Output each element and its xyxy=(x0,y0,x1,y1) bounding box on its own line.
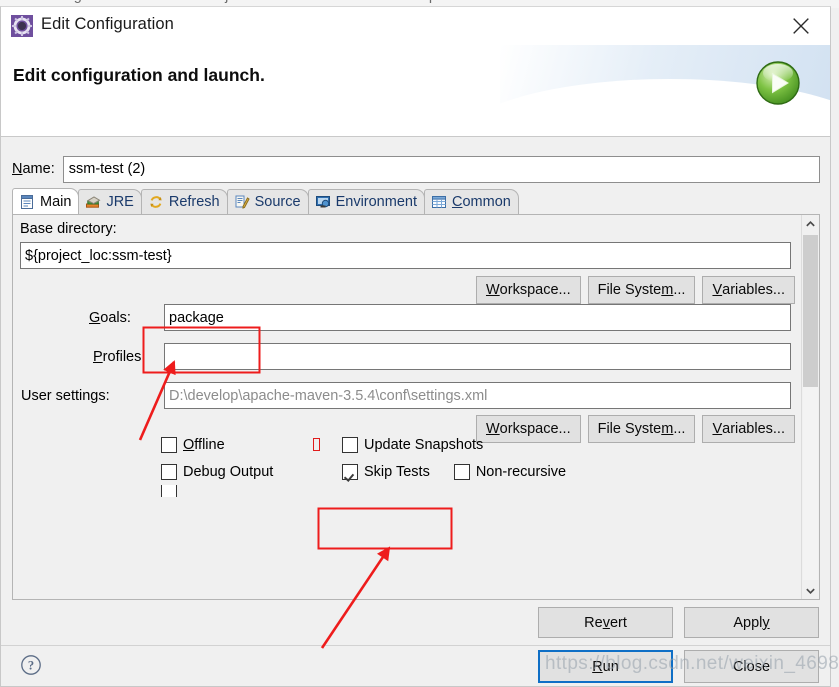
close-icon[interactable] xyxy=(778,9,824,43)
checkbox-non-recursive-box[interactable] xyxy=(453,463,470,480)
edit-configuration-dialog: Edit Configuration Edit configuration an… xyxy=(0,6,831,687)
tab-source-label: Source xyxy=(254,194,301,210)
tab-refresh[interactable]: Refresh xyxy=(140,189,228,214)
tab-folder: Main JRE Refresh Source Environment Comm… xyxy=(12,188,820,600)
bg-menu-item: Search xyxy=(129,0,176,4)
vertical-scrollbar[interactable] xyxy=(801,215,819,599)
dialog-title: Edit Configuration xyxy=(41,15,174,33)
checkbox-offline-label: Offline xyxy=(183,436,225,453)
base-directory-label: Base directory: xyxy=(20,221,117,237)
dialog-titlebar: Edit Configuration xyxy=(1,7,830,45)
page-title: Edit configuration and launch. xyxy=(13,65,265,85)
bg-menu-item: Project xyxy=(202,0,249,4)
tab-source[interactable]: Source xyxy=(226,189,309,214)
source-pencil-icon xyxy=(234,194,250,210)
bg-menu-item: Navigate xyxy=(44,0,103,4)
bg-menu-item: Run xyxy=(275,0,302,4)
dialog-body: Name: Main xyxy=(1,137,830,686)
scrollbar-track[interactable] xyxy=(803,387,818,580)
user-settings-input[interactable] xyxy=(164,382,791,409)
browse-buttons-top: Workspace... File Syste m... Variables... xyxy=(475,276,795,304)
file-system-button-bottom[interactable]: File Syste m... xyxy=(587,415,696,443)
checkbox-skip-tests[interactable]: Skip Tests xyxy=(342,463,430,480)
checkbox-row-1: Offline Update Snapshots xyxy=(161,431,566,458)
checkbox-update-snapshots[interactable]: Update Snapshots xyxy=(342,436,484,453)
chevron-up-icon[interactable] xyxy=(802,215,819,233)
maven-options-checkbox-grid: Offline Update Snapshots Debug Output Sk… xyxy=(161,431,566,497)
checkbox-debug-output-label: Debug Output xyxy=(183,463,274,480)
goals-label: Goals: xyxy=(89,310,131,326)
base-directory-input[interactable] xyxy=(20,242,791,269)
tab-common-label: Common xyxy=(451,194,511,210)
user-settings-label: User settings: xyxy=(21,388,110,404)
tab-environment[interactable]: Environment xyxy=(307,189,425,214)
variables-button-bottom[interactable]: Variables... xyxy=(702,415,795,443)
checkbox-skip-tests-box[interactable] xyxy=(342,463,358,480)
checkbox-debug-output[interactable]: Debug Output xyxy=(161,463,342,480)
name-label: Name: xyxy=(12,161,55,177)
checkbox-offline-box[interactable] xyxy=(161,436,177,453)
jre-books-icon xyxy=(85,194,101,210)
background-menubar: Navigate Search Project Run Window Help xyxy=(44,0,463,4)
goals-input[interactable] xyxy=(164,304,791,331)
tab-environment-label: Environment xyxy=(335,194,417,210)
help-question-icon[interactable]: ? xyxy=(20,654,42,676)
apply-button[interactable]: Appl y xyxy=(684,607,819,638)
checkbox-clipped[interactable] xyxy=(161,485,183,497)
watermark-text: https://blog.csdn.net/weixin_46981685 xyxy=(545,653,839,674)
checkbox-update-snapshots-box[interactable] xyxy=(342,436,358,453)
tab-jre[interactable]: JRE xyxy=(78,189,142,214)
checkbox-debug-output-box[interactable] xyxy=(161,463,177,480)
workspace-button-top[interactable]: Workspace... xyxy=(475,276,581,304)
profiles-label: Profiles: xyxy=(93,349,146,365)
file-system-button-top[interactable]: File Syste m... xyxy=(587,276,696,304)
scrollbar-thumb[interactable] xyxy=(803,235,818,387)
tab-common[interactable]: Common xyxy=(423,189,519,214)
gear-icon xyxy=(11,15,33,37)
checkbox-row-2: Debug Output Skip Tests Non-recursive xyxy=(161,458,566,485)
unicode-tofu-marker xyxy=(313,438,320,451)
tab-refresh-label: Refresh xyxy=(168,194,220,210)
tab-strip: Main JRE Refresh Source Environment Comm… xyxy=(12,188,820,215)
environment-monitor-icon xyxy=(315,194,331,210)
bg-menu-item: Window xyxy=(328,0,381,4)
refresh-arrows-icon xyxy=(148,194,164,210)
dialog-header: Edit configuration and launch. xyxy=(1,45,830,137)
tab-main-label: Main xyxy=(40,193,72,210)
checkbox-offline[interactable]: Offline xyxy=(161,436,313,453)
checkbox-skip-tests-label: Skip Tests xyxy=(364,463,430,480)
checkbox-row-3-clipped xyxy=(161,485,566,497)
name-row: Name: xyxy=(12,154,820,184)
tab-main[interactable]: Main xyxy=(12,188,80,214)
revert-button[interactable]: Re v ert xyxy=(538,607,673,638)
checkbox-non-recursive-label: Non-recursive xyxy=(475,463,567,480)
run-green-play-icon xyxy=(754,59,802,107)
checkbox-update-snapshots-label: Update Snapshots xyxy=(364,436,484,453)
main-document-icon xyxy=(19,194,35,210)
svg-text:?: ? xyxy=(28,658,34,672)
apply-row: Re v ert Appl y xyxy=(538,607,819,638)
checkbox-non-recursive[interactable]: Non-recursive xyxy=(453,463,567,480)
scroll-viewport: Base directory: Workspace... File System… xyxy=(13,215,801,599)
name-input[interactable] xyxy=(62,155,820,183)
chevron-down-icon[interactable] xyxy=(802,581,819,599)
variables-button-top[interactable]: Variables... xyxy=(702,276,795,304)
profiles-input[interactable] xyxy=(164,343,791,370)
bg-menu-item: Help xyxy=(407,0,438,4)
common-table-icon xyxy=(431,194,447,210)
tab-content-main: Base directory: Workspace... File System… xyxy=(12,215,820,600)
tab-jre-label: JRE xyxy=(106,194,134,210)
checkbox-clipped-box[interactable] xyxy=(161,485,177,497)
